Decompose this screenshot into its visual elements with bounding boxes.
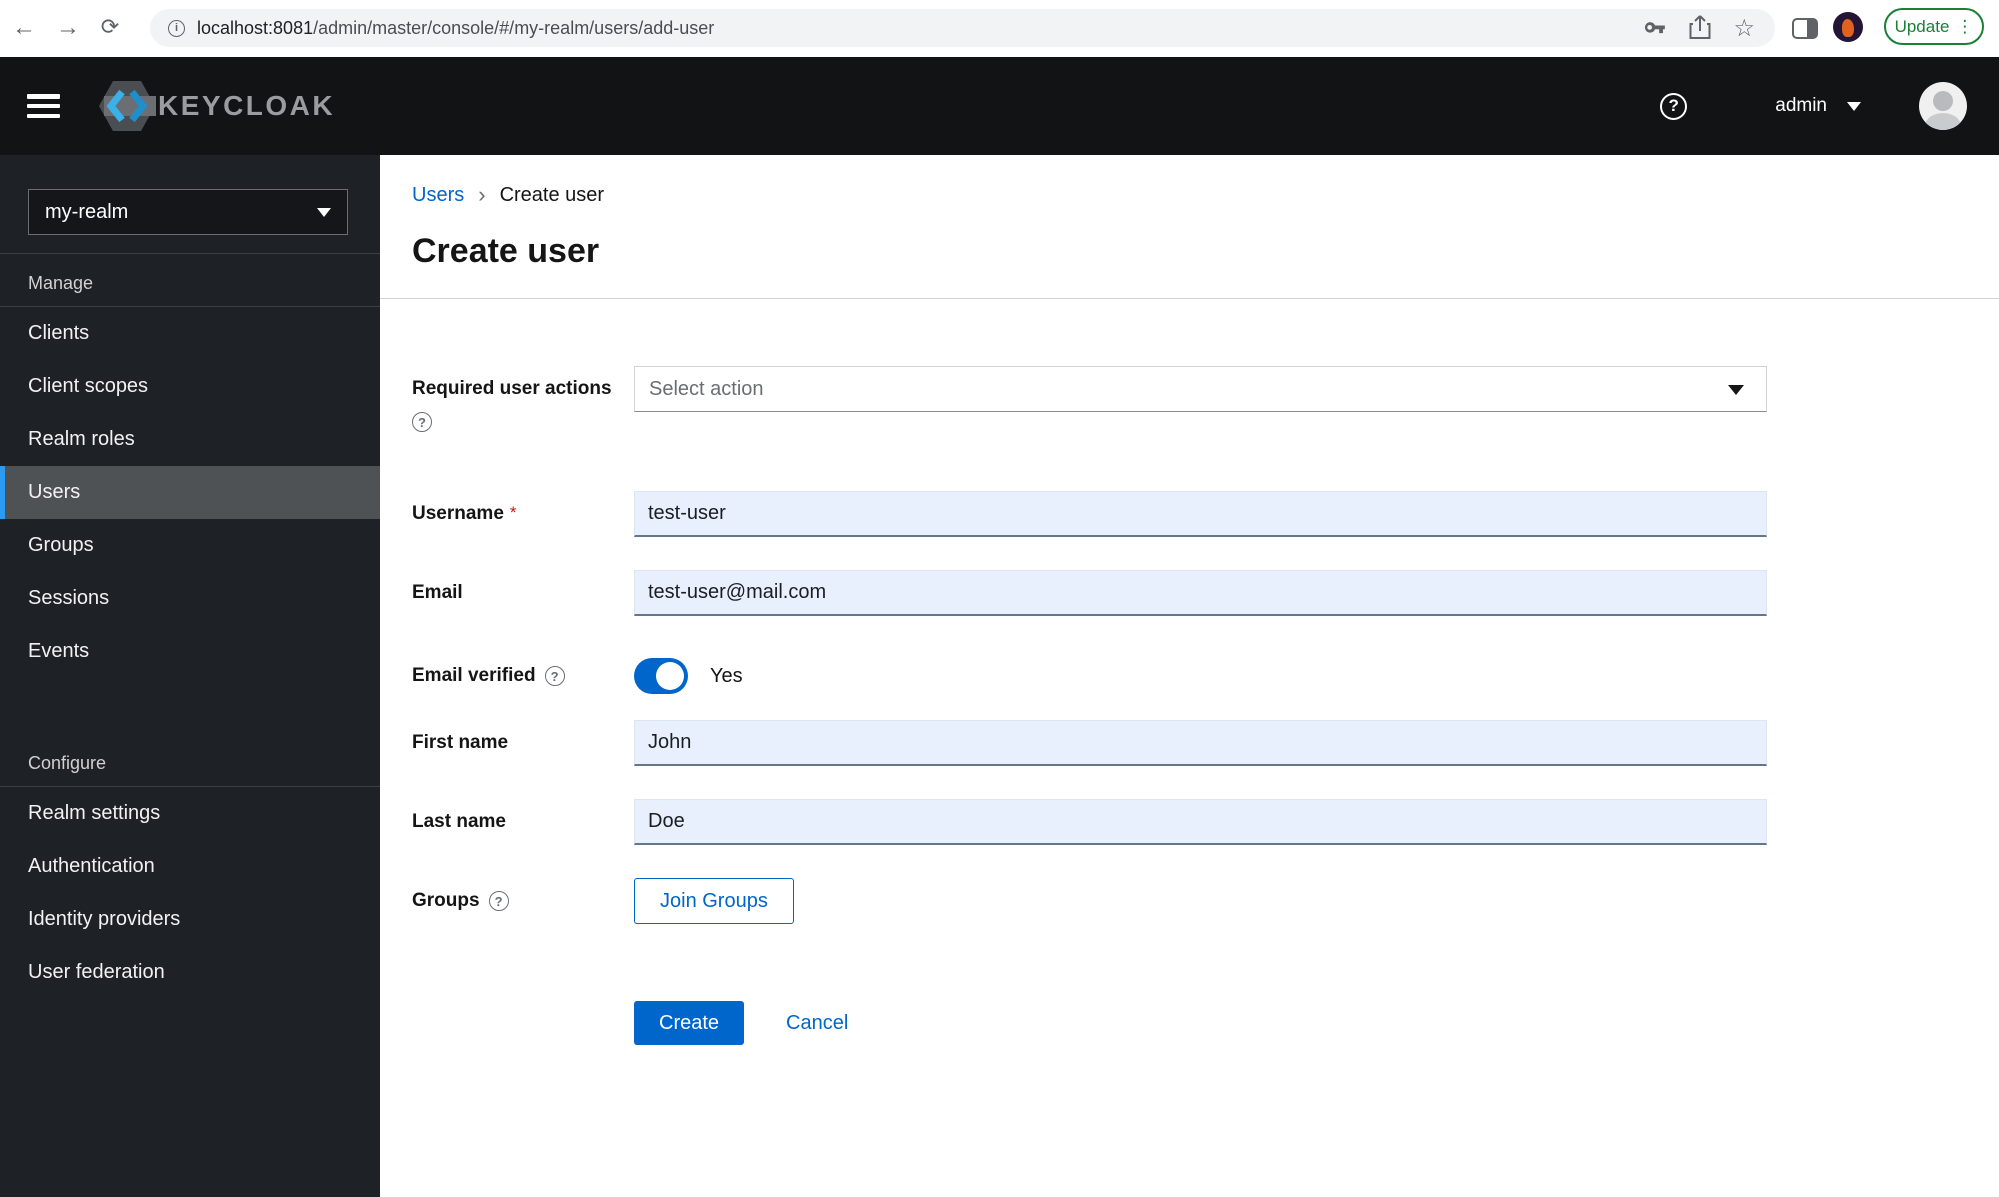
last-name-field[interactable]	[634, 799, 1767, 845]
required-asterisk: *	[509, 503, 517, 522]
select-caret-icon	[1728, 385, 1744, 395]
realm-selector-caret-icon	[317, 207, 331, 217]
email-verified-label: Email verified	[412, 665, 536, 686]
update-label: Update	[1894, 16, 1950, 36]
form-row-email: Email	[412, 570, 1999, 616]
last-name-label: Last name	[412, 811, 506, 832]
create-user-form: Required user actions ? Select action Us…	[380, 366, 1999, 1045]
sidebar-item-events[interactable]: Events	[0, 625, 380, 678]
required-actions-label: Required user actions	[412, 378, 612, 399]
nav-group-title-manage: Manage	[28, 273, 94, 293]
groups-label: Groups	[412, 890, 480, 911]
url-host: localhost:8081	[197, 17, 314, 38]
side-panel-icon[interactable]	[1792, 18, 1818, 39]
masthead-right: ? admin	[1660, 82, 1967, 130]
browser-profile-avatar[interactable]	[1833, 12, 1863, 42]
sidebar-item-realm-roles[interactable]: Realm roles	[0, 413, 380, 466]
cancel-button[interactable]: Cancel	[786, 1012, 848, 1035]
username-label: Username	[412, 503, 504, 524]
url-text[interactable]: localhost:8081/admin/master/console/#/my…	[197, 18, 1643, 39]
sidebar-divider	[0, 253, 380, 254]
forward-icon[interactable]: →	[56, 16, 80, 40]
reload-icon[interactable]: ⟳	[101, 16, 119, 38]
form-row-required-actions: Required user actions ? Select action	[412, 366, 1999, 432]
email-verified-state: Yes	[710, 665, 743, 687]
nav-group-title-configure: Configure	[28, 753, 107, 773]
toggle-knob	[656, 662, 684, 690]
required-actions-help-icon[interactable]: ?	[412, 412, 432, 432]
breadcrumb-current: Create user	[499, 184, 605, 206]
sidebar-item-authentication[interactable]: Authentication	[0, 840, 380, 893]
email-verified-help-icon[interactable]: ?	[544, 666, 565, 686]
address-bar[interactable]: i localhost:8081/admin/master/console/#/…	[150, 9, 1775, 47]
help-icon[interactable]: ?	[1660, 92, 1688, 120]
browser-chrome: ← → ⟳ i localhost:8081/admin/master/cons…	[0, 0, 1999, 57]
page-header-divider	[380, 298, 1999, 299]
user-menu-label[interactable]: admin	[1775, 95, 1827, 117]
sidebar-item-groups[interactable]: Groups	[0, 519, 380, 572]
page-title: Create user	[412, 232, 600, 270]
email-field[interactable]	[634, 570, 1767, 616]
user-avatar[interactable]	[1919, 82, 1967, 130]
breadcrumb-separator-icon: ›	[478, 182, 486, 207]
sidebar-item-client-scopes[interactable]: Client scopes	[0, 360, 380, 413]
form-row-username: Username *	[412, 491, 1999, 537]
required-actions-select[interactable]: Select action	[634, 366, 1767, 412]
browser-menu-kebab-icon[interactable]: ⋮	[1956, 17, 1973, 37]
main-content: Users › Create user Create user Required…	[380, 155, 1999, 1197]
realm-selector[interactable]: my-realm	[28, 189, 348, 235]
url-path: /admin/master/console/#/my-realm/users/a…	[313, 17, 715, 38]
sidebar-item-sessions[interactable]: Sessions	[0, 572, 380, 625]
sidebar-item-identity-providers[interactable]: Identity providers	[0, 893, 380, 946]
sidebar-item-realm-settings[interactable]: Realm settings	[0, 787, 380, 840]
groups-help-icon[interactable]: ?	[488, 891, 509, 911]
site-info-icon[interactable]: i	[168, 19, 185, 37]
password-key-icon[interactable]	[1643, 16, 1667, 40]
create-button[interactable]: Create	[634, 1001, 745, 1045]
keycloak-wordmark: KEYCLOAK	[158, 90, 336, 121]
sidebar-item-clients[interactable]: Clients	[0, 307, 380, 360]
bookmark-star-icon[interactable]: ☆	[1733, 14, 1755, 43]
breadcrumb-users-link[interactable]: Users	[412, 184, 464, 206]
email-label: Email	[412, 582, 463, 603]
keycloak-masthead: KEYCLOAK ? admin	[0, 57, 1999, 155]
share-icon[interactable]	[1689, 15, 1711, 41]
sidebar-nav: my-realm Manage Clients Client scopes Re…	[0, 155, 380, 1197]
form-row-last-name: Last name	[412, 799, 1999, 845]
first-name-field[interactable]	[634, 720, 1767, 766]
nav-toggle-hamburger-icon[interactable]	[27, 94, 60, 118]
user-menu-caret-icon[interactable]	[1847, 101, 1861, 111]
breadcrumb: Users › Create user	[412, 182, 1999, 207]
form-row-groups: Groups ? Join Groups	[412, 878, 1999, 924]
first-name-label: First name	[412, 732, 509, 753]
required-actions-placeholder: Select action	[649, 377, 764, 400]
join-groups-button[interactable]: Join Groups	[634, 878, 794, 924]
sidebar-item-users[interactable]: Users	[0, 466, 380, 519]
back-icon[interactable]: ←	[12, 16, 36, 40]
form-actions: Create Cancel	[634, 1001, 1999, 1045]
sidebar-item-user-federation[interactable]: User federation	[0, 946, 380, 999]
browser-update-button[interactable]: Update ⋮	[1884, 8, 1984, 45]
keycloak-logo[interactable]: KEYCLOAK	[98, 79, 335, 133]
form-row-first-name: First name	[412, 720, 1999, 766]
realm-selector-value: my-realm	[45, 200, 129, 223]
keycloak-hexagon-icon	[99, 81, 156, 131]
form-row-email-verified: Email verified ? Yes	[412, 658, 1999, 694]
email-verified-toggle[interactable]	[634, 658, 688, 694]
username-field[interactable]	[634, 491, 1767, 537]
